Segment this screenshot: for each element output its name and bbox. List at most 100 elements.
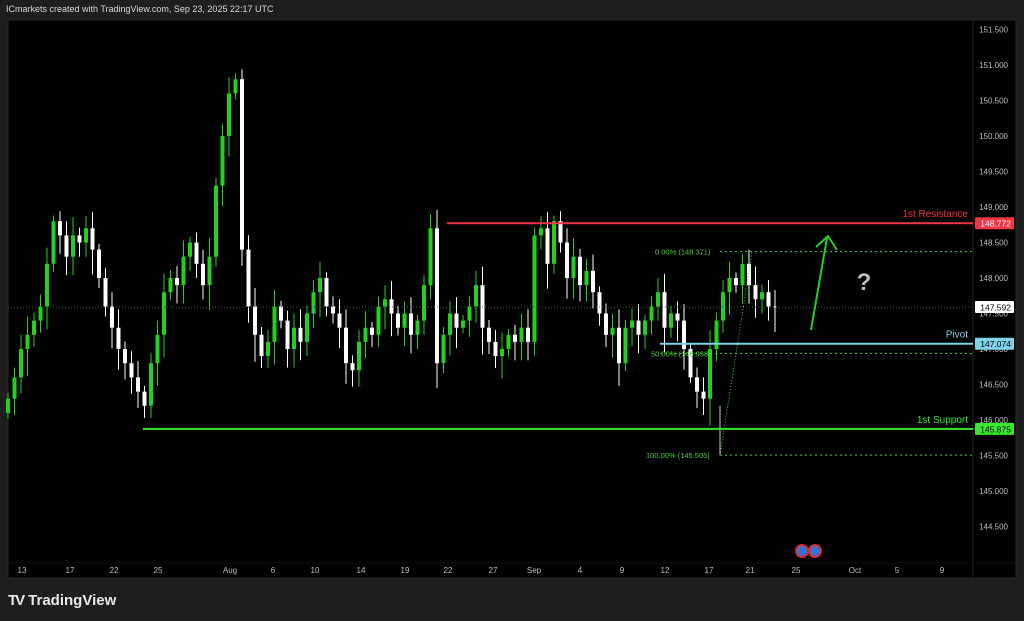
candle-body — [520, 328, 524, 342]
candle-body — [260, 335, 264, 356]
y-tick-label: 145.000 — [979, 487, 1008, 496]
candle-body — [416, 321, 420, 335]
x-tick-label: 9 — [940, 566, 945, 575]
x-tick-label: Sep — [527, 566, 542, 575]
y-tick-label: 148.500 — [979, 239, 1008, 248]
candle-body — [65, 235, 69, 256]
candle-body — [58, 221, 62, 235]
candle-body — [266, 342, 270, 356]
x-tick-label: 25 — [792, 566, 801, 575]
x-tick-label: 19 — [401, 566, 410, 575]
candle-body — [214, 186, 218, 257]
x-tick-label: 22 — [110, 566, 119, 575]
y-tick-label: 151.500 — [979, 26, 1008, 35]
candle-body — [227, 93, 231, 136]
candle-body — [182, 257, 186, 285]
candle-body — [500, 349, 504, 356]
candle-body — [143, 392, 147, 406]
x-tick-label: 17 — [705, 566, 714, 575]
candle-body — [97, 250, 101, 278]
x-tick-label: 14 — [357, 566, 366, 575]
y-tick-label: 149.000 — [979, 203, 1008, 212]
fib-level-label: 0.00% (148.371) — [655, 248, 711, 257]
candle-body — [39, 306, 43, 320]
y-tick-label: 144.500 — [979, 523, 1008, 532]
candle-body — [455, 314, 459, 328]
candle-body — [240, 79, 244, 249]
candle-body — [286, 321, 290, 349]
y-tick-label: 151.000 — [979, 61, 1008, 70]
x-tick-label: 9 — [620, 566, 625, 575]
candle-body — [279, 306, 283, 320]
x-tick-label: 17 — [66, 566, 75, 575]
price-axis-badge-text: 147.074 — [980, 339, 1011, 349]
x-tick-label: 27 — [489, 566, 498, 575]
price-chart[interactable]: 151.500151.000150.500150.000149.500149.0… — [0, 0, 1024, 621]
candle-body — [578, 257, 582, 285]
x-tick-label: 10 — [311, 566, 320, 575]
candle-body — [559, 221, 563, 242]
candle-body — [702, 392, 706, 399]
candle-body — [104, 278, 108, 306]
candle-body — [221, 136, 225, 186]
candle-body — [565, 243, 569, 279]
candle-body — [325, 278, 329, 306]
candle-body — [637, 321, 641, 335]
candle-body — [461, 321, 465, 328]
candle-body — [110, 306, 114, 327]
candle-body — [591, 271, 595, 292]
chart-background — [8, 20, 1016, 578]
candle-body — [169, 278, 173, 292]
candle-body — [91, 228, 95, 249]
candle-body — [403, 314, 407, 328]
candle-body — [669, 314, 673, 328]
y-tick-label: 148.000 — [979, 274, 1008, 283]
candle-body — [767, 292, 771, 306]
candle-body — [247, 250, 251, 307]
candle-body — [611, 328, 615, 335]
candle-body — [604, 314, 608, 335]
us-event-flag-icon — [809, 545, 821, 557]
candle-body — [676, 314, 680, 321]
current-price-badge-text: 147.592 — [980, 302, 1011, 312]
price-axis-badge-text: 145.875 — [980, 424, 1011, 434]
candle-body — [435, 228, 439, 363]
candle-body — [78, 235, 82, 242]
level-label: 1st Support — [917, 415, 968, 426]
level-label: Pivot — [946, 330, 968, 341]
x-tick-label: 25 — [154, 566, 163, 575]
x-tick-label: 4 — [578, 566, 583, 575]
candle-body — [338, 314, 342, 328]
candle-body — [442, 335, 446, 363]
candle-body — [487, 328, 491, 342]
candle-body — [513, 335, 517, 342]
x-tick-label: 5 — [895, 566, 900, 575]
candle-body — [526, 328, 530, 342]
fib-level-label: 50.00% (146.938) — [651, 349, 711, 358]
candle-body — [422, 285, 426, 321]
candle-body — [552, 221, 556, 264]
candle-body — [351, 363, 355, 370]
candle-body — [234, 79, 238, 93]
candle-body — [162, 292, 166, 335]
y-tick-label: 145.500 — [979, 452, 1008, 461]
candle-body — [149, 363, 153, 406]
candle-body — [377, 306, 381, 334]
candle-body — [175, 278, 179, 285]
candle-body — [734, 278, 738, 285]
candle-body — [617, 328, 621, 364]
x-tick-label: 12 — [661, 566, 670, 575]
candle-body — [546, 228, 550, 263]
candle-body — [572, 257, 576, 278]
candle-body — [318, 278, 322, 292]
candle-body — [390, 299, 394, 313]
candle-body — [396, 314, 400, 328]
x-tick-label: 13 — [18, 566, 27, 575]
candle-body — [728, 278, 732, 292]
candle-body — [409, 314, 413, 335]
candle-body — [364, 328, 368, 342]
brand-text: TradingView — [28, 592, 116, 609]
candle-body — [383, 299, 387, 306]
candle-body — [695, 377, 699, 391]
candle-body — [52, 221, 56, 264]
